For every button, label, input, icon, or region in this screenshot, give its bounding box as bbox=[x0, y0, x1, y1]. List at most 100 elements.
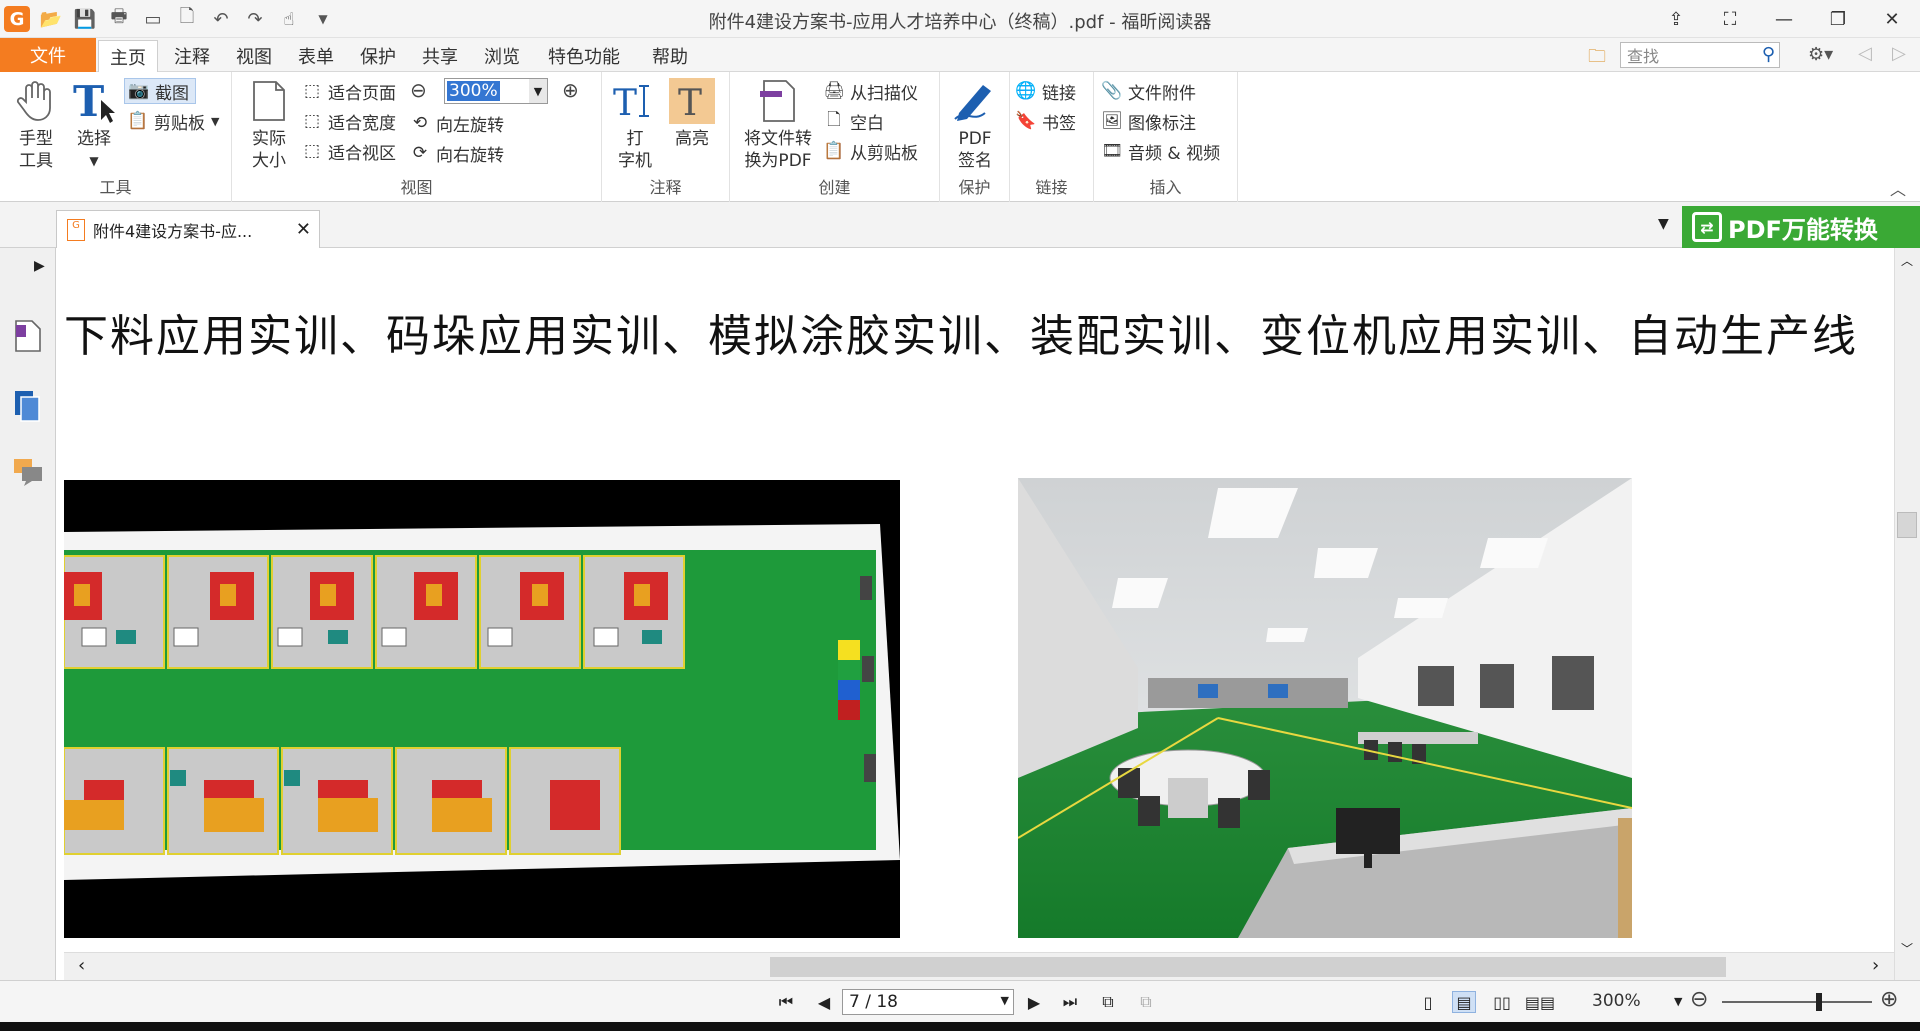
hand-tool-label: 手型 工具 bbox=[19, 129, 53, 171]
comments-panel-icon[interactable] bbox=[10, 454, 46, 490]
tab-home[interactable]: 主页 bbox=[98, 40, 158, 72]
facing-pages-icon[interactable]: ▯▯ bbox=[1490, 991, 1514, 1013]
zoom-in-icon[interactable]: ⊕ bbox=[1880, 987, 1898, 1012]
scanner-icon: 🖨 bbox=[823, 81, 845, 101]
from-clipboard-button[interactable]: 📋 从剪贴板 bbox=[823, 138, 918, 164]
horizontal-scroll-thumb[interactable] bbox=[770, 957, 1726, 977]
page-number-value: 7 / 18 bbox=[849, 992, 898, 1012]
bookmark-icon: 🔖 bbox=[1015, 111, 1037, 131]
horizontal-scrollbar[interactable]: ‹ › bbox=[64, 952, 1894, 980]
audio-video-button[interactable]: 🎞 音频 & 视频 bbox=[1101, 138, 1221, 164]
minimize-button[interactable]: — bbox=[1764, 4, 1804, 34]
globe-icon: 🌐 bbox=[1015, 81, 1037, 101]
chevron-down-icon[interactable]: ▼ bbox=[529, 79, 547, 103]
tab-form[interactable]: 表单 bbox=[288, 40, 344, 72]
zoom-in-icon[interactable]: ⊕ bbox=[562, 78, 579, 102]
screenshot-label: 截图 bbox=[155, 83, 189, 104]
tab-protect[interactable]: 保护 bbox=[350, 40, 406, 72]
convert-to-pdf-button[interactable]: 将文件转 换为PDF bbox=[734, 78, 822, 172]
pages-panel-icon[interactable] bbox=[10, 318, 46, 354]
restore-button[interactable]: ❐ bbox=[1818, 4, 1858, 34]
zoom-out-icon[interactable]: ⊖ bbox=[410, 78, 427, 102]
gear-icon[interactable]: ⚙▾ bbox=[1808, 44, 1833, 65]
fit-page-button[interactable]: ⬚ 适合页面 bbox=[302, 78, 396, 104]
document-viewport[interactable]: ▬▬▬▬▬▬▬▬▬▬▬▬▬▬▬▬▬▬▬▬▬▬▬▬▬▬▬▬▬▬▬▬▬▬▬▬▬▬▬▬… bbox=[64, 248, 1894, 952]
audio-video-label: 音频 & 视频 bbox=[1128, 143, 1221, 164]
scroll-right-icon[interactable]: › bbox=[1872, 955, 1879, 976]
clipboard-button[interactable]: 📋 剪贴板 ▼ bbox=[127, 108, 219, 134]
zoom-select[interactable]: 300% ▼ bbox=[444, 78, 548, 104]
find-folder-icon[interactable]: 🗀 bbox=[1588, 44, 1606, 74]
scroll-down-icon[interactable]: ﹀ bbox=[1901, 940, 1913, 957]
page-number-input[interactable]: 7 / 18 ▼ bbox=[842, 989, 1014, 1015]
zoom-out-icon[interactable]: ⊖ bbox=[1690, 987, 1708, 1012]
vertical-scroll-thumb[interactable] bbox=[1897, 512, 1917, 538]
rotate-left-button[interactable]: ⟲ 向左旋转 bbox=[410, 110, 504, 136]
tab-share[interactable]: 共享 bbox=[412, 40, 468, 72]
chevron-down-icon[interactable]: ▼ bbox=[1001, 994, 1009, 1007]
share-icon[interactable]: ⇪ bbox=[1656, 4, 1696, 34]
pdf-converter-banner[interactable]: ⇄ PDF万能转换 bbox=[1682, 206, 1920, 248]
tab-list-dropdown-icon[interactable]: ▼ bbox=[1658, 216, 1669, 232]
search-input[interactable]: 查找 ⚲ bbox=[1620, 42, 1780, 68]
fullscreen-icon[interactable]: ⛶ bbox=[1710, 4, 1750, 34]
pen-sign-icon bbox=[952, 78, 998, 124]
zoom-slider[interactable] bbox=[1722, 993, 1872, 1011]
rotate-right-button[interactable]: ⟳ 向右旋转 bbox=[410, 140, 504, 166]
collapse-ribbon-icon[interactable]: ︿ bbox=[1890, 176, 1906, 200]
group-label-link: 链接 bbox=[1035, 178, 1068, 197]
continuous-facing-icon[interactable]: ▤▤ bbox=[1525, 991, 1555, 1013]
chevron-down-icon[interactable]: ▼ bbox=[1674, 995, 1682, 1008]
select-tool-button[interactable]: T 选择 ▼ bbox=[68, 78, 120, 172]
image-annotation-button[interactable]: 🖼 图像标注 bbox=[1101, 108, 1196, 134]
group-label-insert: 插入 bbox=[1149, 178, 1182, 197]
zoom-slider-thumb[interactable] bbox=[1816, 993, 1822, 1011]
link-button[interactable]: 🌐 链接 bbox=[1015, 78, 1076, 104]
convert-icon: ⇄ bbox=[1692, 212, 1722, 242]
fit-width-button[interactable]: ⬚ 适合宽度 bbox=[302, 108, 396, 134]
scroll-up-icon[interactable]: ︿ bbox=[1901, 252, 1913, 269]
continuous-page-icon[interactable]: ▤ bbox=[1452, 991, 1476, 1013]
typewriter-button[interactable]: T 打 字机 bbox=[610, 78, 660, 172]
rotate-left-icon: ⟲ bbox=[412, 113, 428, 133]
search-icon[interactable]: ⚲ bbox=[1762, 44, 1775, 65]
file-attachment-button[interactable]: 📎 文件附件 bbox=[1101, 78, 1196, 104]
svg-text:T: T bbox=[73, 78, 104, 124]
close-button[interactable]: ✕ bbox=[1872, 4, 1912, 34]
previous-view-icon[interactable]: ⧉ bbox=[1096, 991, 1120, 1013]
close-tab-icon[interactable]: ✕ bbox=[296, 219, 311, 240]
status-zoom-value[interactable]: 300% bbox=[1592, 991, 1641, 1011]
next-view-icon[interactable]: ⧉ bbox=[1134, 991, 1158, 1013]
expand-panel-icon[interactable]: ▶ bbox=[34, 258, 45, 274]
single-page-icon[interactable]: ▯ bbox=[1416, 991, 1440, 1013]
tab-comment[interactable]: 注释 bbox=[164, 40, 220, 72]
forward-arrow-icon[interactable]: ▷ bbox=[1892, 43, 1906, 64]
hand-tool-button[interactable]: 手型 工具 bbox=[10, 78, 62, 172]
back-arrow-icon[interactable]: ◁ bbox=[1858, 43, 1872, 64]
status-bar: ⏮ ◀ 7 / 18 ▼ ▶ ⏭ ⧉ ⧉ ▯ ▤ ▯▯ ▤▤ 300% ▼ ⊖ … bbox=[0, 980, 1920, 1022]
blank-button[interactable]: 🗋 空白 bbox=[824, 108, 884, 134]
svg-text:T: T bbox=[678, 83, 702, 121]
tab-view[interactable]: 视图 bbox=[226, 40, 282, 72]
tab-help[interactable]: 帮助 bbox=[642, 40, 698, 72]
from-scanner-button[interactable]: 🖨 从扫描仪 bbox=[823, 78, 918, 104]
fit-visible-button[interactable]: ⬚ 适合视区 bbox=[302, 138, 396, 164]
first-page-icon[interactable]: ⏮ bbox=[774, 991, 798, 1013]
rotate-right-icon: ⟳ bbox=[412, 143, 428, 163]
scroll-left-icon[interactable]: ‹ bbox=[78, 955, 85, 976]
last-page-icon[interactable]: ⏭ bbox=[1058, 991, 1082, 1013]
previous-page-icon[interactable]: ◀ bbox=[812, 991, 836, 1013]
bookmark-button[interactable]: 🔖 书签 bbox=[1015, 108, 1076, 134]
tab-features[interactable]: 特色功能 bbox=[536, 40, 632, 72]
vertical-scrollbar[interactable]: ︿ ﹀ bbox=[1894, 248, 1920, 980]
layers-panel-icon[interactable] bbox=[10, 388, 46, 424]
actual-size-button[interactable]: 实际 大小 bbox=[246, 78, 292, 172]
tab-browse[interactable]: 浏览 bbox=[474, 40, 530, 72]
pdf-sign-button[interactable]: PDF 签名 bbox=[948, 78, 1002, 172]
highlight-button[interactable]: T 高亮 bbox=[666, 78, 718, 150]
document-tab[interactable]: G 附件4建设方案书-应... ✕ bbox=[56, 210, 320, 248]
file-menu-tab[interactable]: 文件 bbox=[0, 38, 96, 72]
next-page-icon[interactable]: ▶ bbox=[1022, 991, 1046, 1013]
screenshot-button[interactable]: 📷 截图 bbox=[124, 78, 196, 104]
ribbon-group-tools: 手型 工具 T 选择 ▼ 📷 截图 📋 剪贴板 ▼ 工具 bbox=[0, 72, 232, 202]
